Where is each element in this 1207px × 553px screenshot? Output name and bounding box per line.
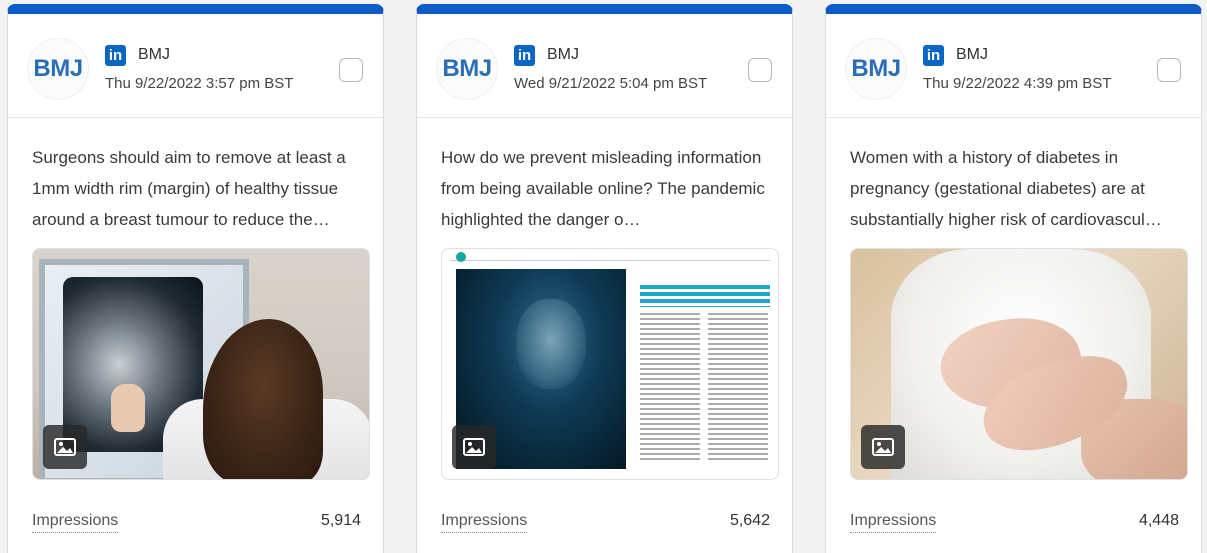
post-timestamp: Thu 9/22/2022 3:57 pm BST [105, 75, 294, 92]
post-author: BMJ [138, 46, 170, 63]
select-post-checkbox[interactable] [1157, 58, 1181, 82]
image-logo-dot [456, 252, 466, 262]
post-card-header: BMJ in BMJ Thu 9/22/2022 3:57 pm BST [8, 14, 383, 118]
post-card[interactable]: BMJ in BMJ Thu 9/22/2022 4:39 pm BST Wom… [825, 4, 1202, 553]
image-headline [640, 285, 770, 307]
avatar: BMJ [436, 38, 498, 100]
select-post-checkbox[interactable] [748, 58, 772, 82]
linkedin-icon: in [923, 45, 944, 66]
post-text: How do we prevent misleading information… [441, 148, 765, 229]
impressions-label[interactable]: Impressions [32, 512, 119, 533]
post-image[interactable] [441, 248, 779, 480]
post-author: BMJ [956, 46, 988, 63]
select-post-checkbox[interactable] [339, 58, 363, 82]
image-icon [452, 425, 496, 469]
post-author: BMJ [547, 46, 579, 63]
impressions-label[interactable]: Impressions [850, 512, 937, 533]
post-card[interactable]: BMJ in BMJ Wed 9/21/2022 5:04 pm BST How… [416, 4, 793, 553]
post-text: Women with a history of diabetes in preg… [850, 148, 1162, 229]
post-image[interactable] [850, 248, 1188, 480]
post-card-header: BMJ in BMJ Wed 9/21/2022 5:04 pm BST [417, 14, 792, 118]
image-icon [43, 425, 87, 469]
linkedin-icon: in [514, 45, 535, 66]
impressions-value: 5,642 [729, 512, 770, 529]
avatar-logo-text: BMJ [442, 55, 492, 82]
image-hand [111, 384, 145, 432]
post-card[interactable]: BMJ in BMJ Thu 9/22/2022 3:57 pm BST Sur… [7, 4, 384, 553]
post-image[interactable] [32, 248, 370, 480]
image-face [516, 299, 586, 389]
post-text: Surgeons should aim to remove at least a… [32, 148, 346, 229]
image-page-header [450, 255, 770, 261]
impressions-value: 4,448 [1138, 512, 1179, 529]
image-icon [861, 425, 905, 469]
avatar-logo-text: BMJ [851, 55, 901, 82]
avatar: BMJ [27, 38, 89, 100]
impressions-label[interactable]: Impressions [441, 512, 528, 533]
image-text-column [708, 313, 768, 463]
impressions-value: 5,914 [320, 512, 361, 529]
avatar-logo-text: BMJ [33, 55, 83, 82]
avatar: BMJ [845, 38, 907, 100]
linkedin-icon: in [105, 45, 126, 66]
post-timestamp: Wed 9/21/2022 5:04 pm BST [514, 75, 708, 92]
post-card-header: BMJ in BMJ Thu 9/22/2022 4:39 pm BST [826, 14, 1201, 118]
image-text-column [640, 313, 700, 463]
post-timestamp: Thu 9/22/2022 4:39 pm BST [923, 75, 1112, 92]
